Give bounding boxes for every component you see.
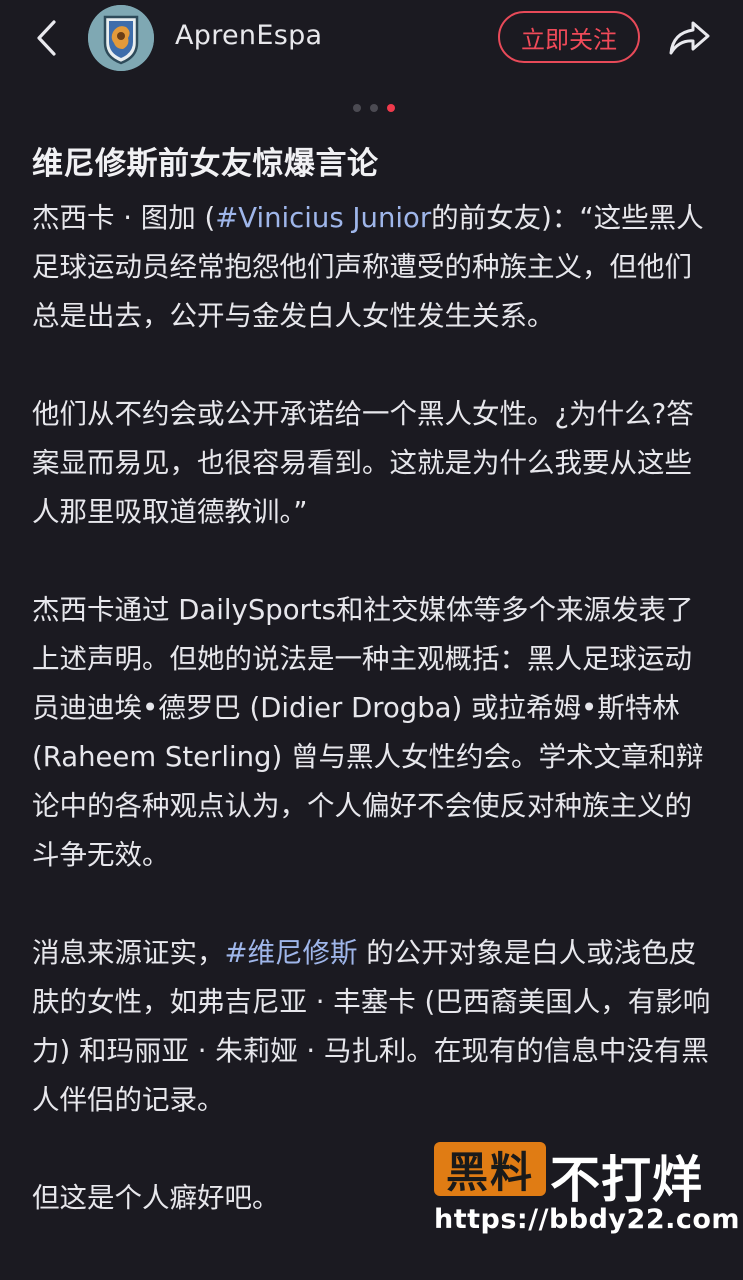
share-button[interactable]	[664, 16, 714, 60]
watermark-url: https://bbdy22.com	[434, 1204, 741, 1235]
post-title: 维尼修斯前女友惊爆言论	[32, 146, 379, 182]
text: 消息来源证实，	[32, 937, 225, 969]
paragraph-2: 他们从不约会或公开承诺给一个黑人女性。¿为什么?答案显而易见，也很容易看到。这就…	[32, 398, 694, 528]
post-body: 杰西卡 · 图加 (#Vinicius Junior的前女友)：“这些黑人足球运…	[32, 194, 718, 1272]
paragraph-4: 消息来源证实，#维尼修斯 的公开对象是白人或浅色皮肤的女性，如弗吉尼亚 · 丰塞…	[32, 929, 718, 1125]
back-arrow-icon	[37, 20, 56, 56]
follow-button[interactable]: 立即关注	[498, 11, 640, 63]
hashtag-link[interactable]: #维尼修斯	[225, 937, 358, 969]
text: 杰西卡 · 图加 (	[32, 202, 216, 234]
avatar[interactable]	[88, 5, 154, 71]
carousel-dot[interactable]	[352, 104, 361, 112]
carousel-dot[interactable]	[369, 104, 378, 112]
watermark-text: 不打烊	[550, 1151, 703, 1209]
share-icon	[669, 21, 710, 55]
carousel-dot-active[interactable]	[386, 104, 395, 112]
back-button[interactable]	[28, 18, 64, 58]
hashtag-link[interactable]: #Vinicius Junior	[215, 202, 431, 234]
watermark-logo-box: 黑料	[434, 1142, 546, 1197]
carousel-indicator	[0, 104, 743, 112]
username[interactable]: AprenEspa	[175, 20, 322, 51]
watermark: 黑料 不打烊 https://bbdy22.com	[432, 1140, 740, 1240]
paragraph-3: 杰西卡通过 DailySports和社交媒体等多个来源发表了上述声明。但她的说法…	[32, 594, 704, 871]
paragraph-1: 杰西卡 · 图加 (#Vinicius Junior的前女友)：“这些黑人足球运…	[32, 194, 718, 341]
top-bar: AprenEspa 立即关注	[0, 0, 743, 80]
